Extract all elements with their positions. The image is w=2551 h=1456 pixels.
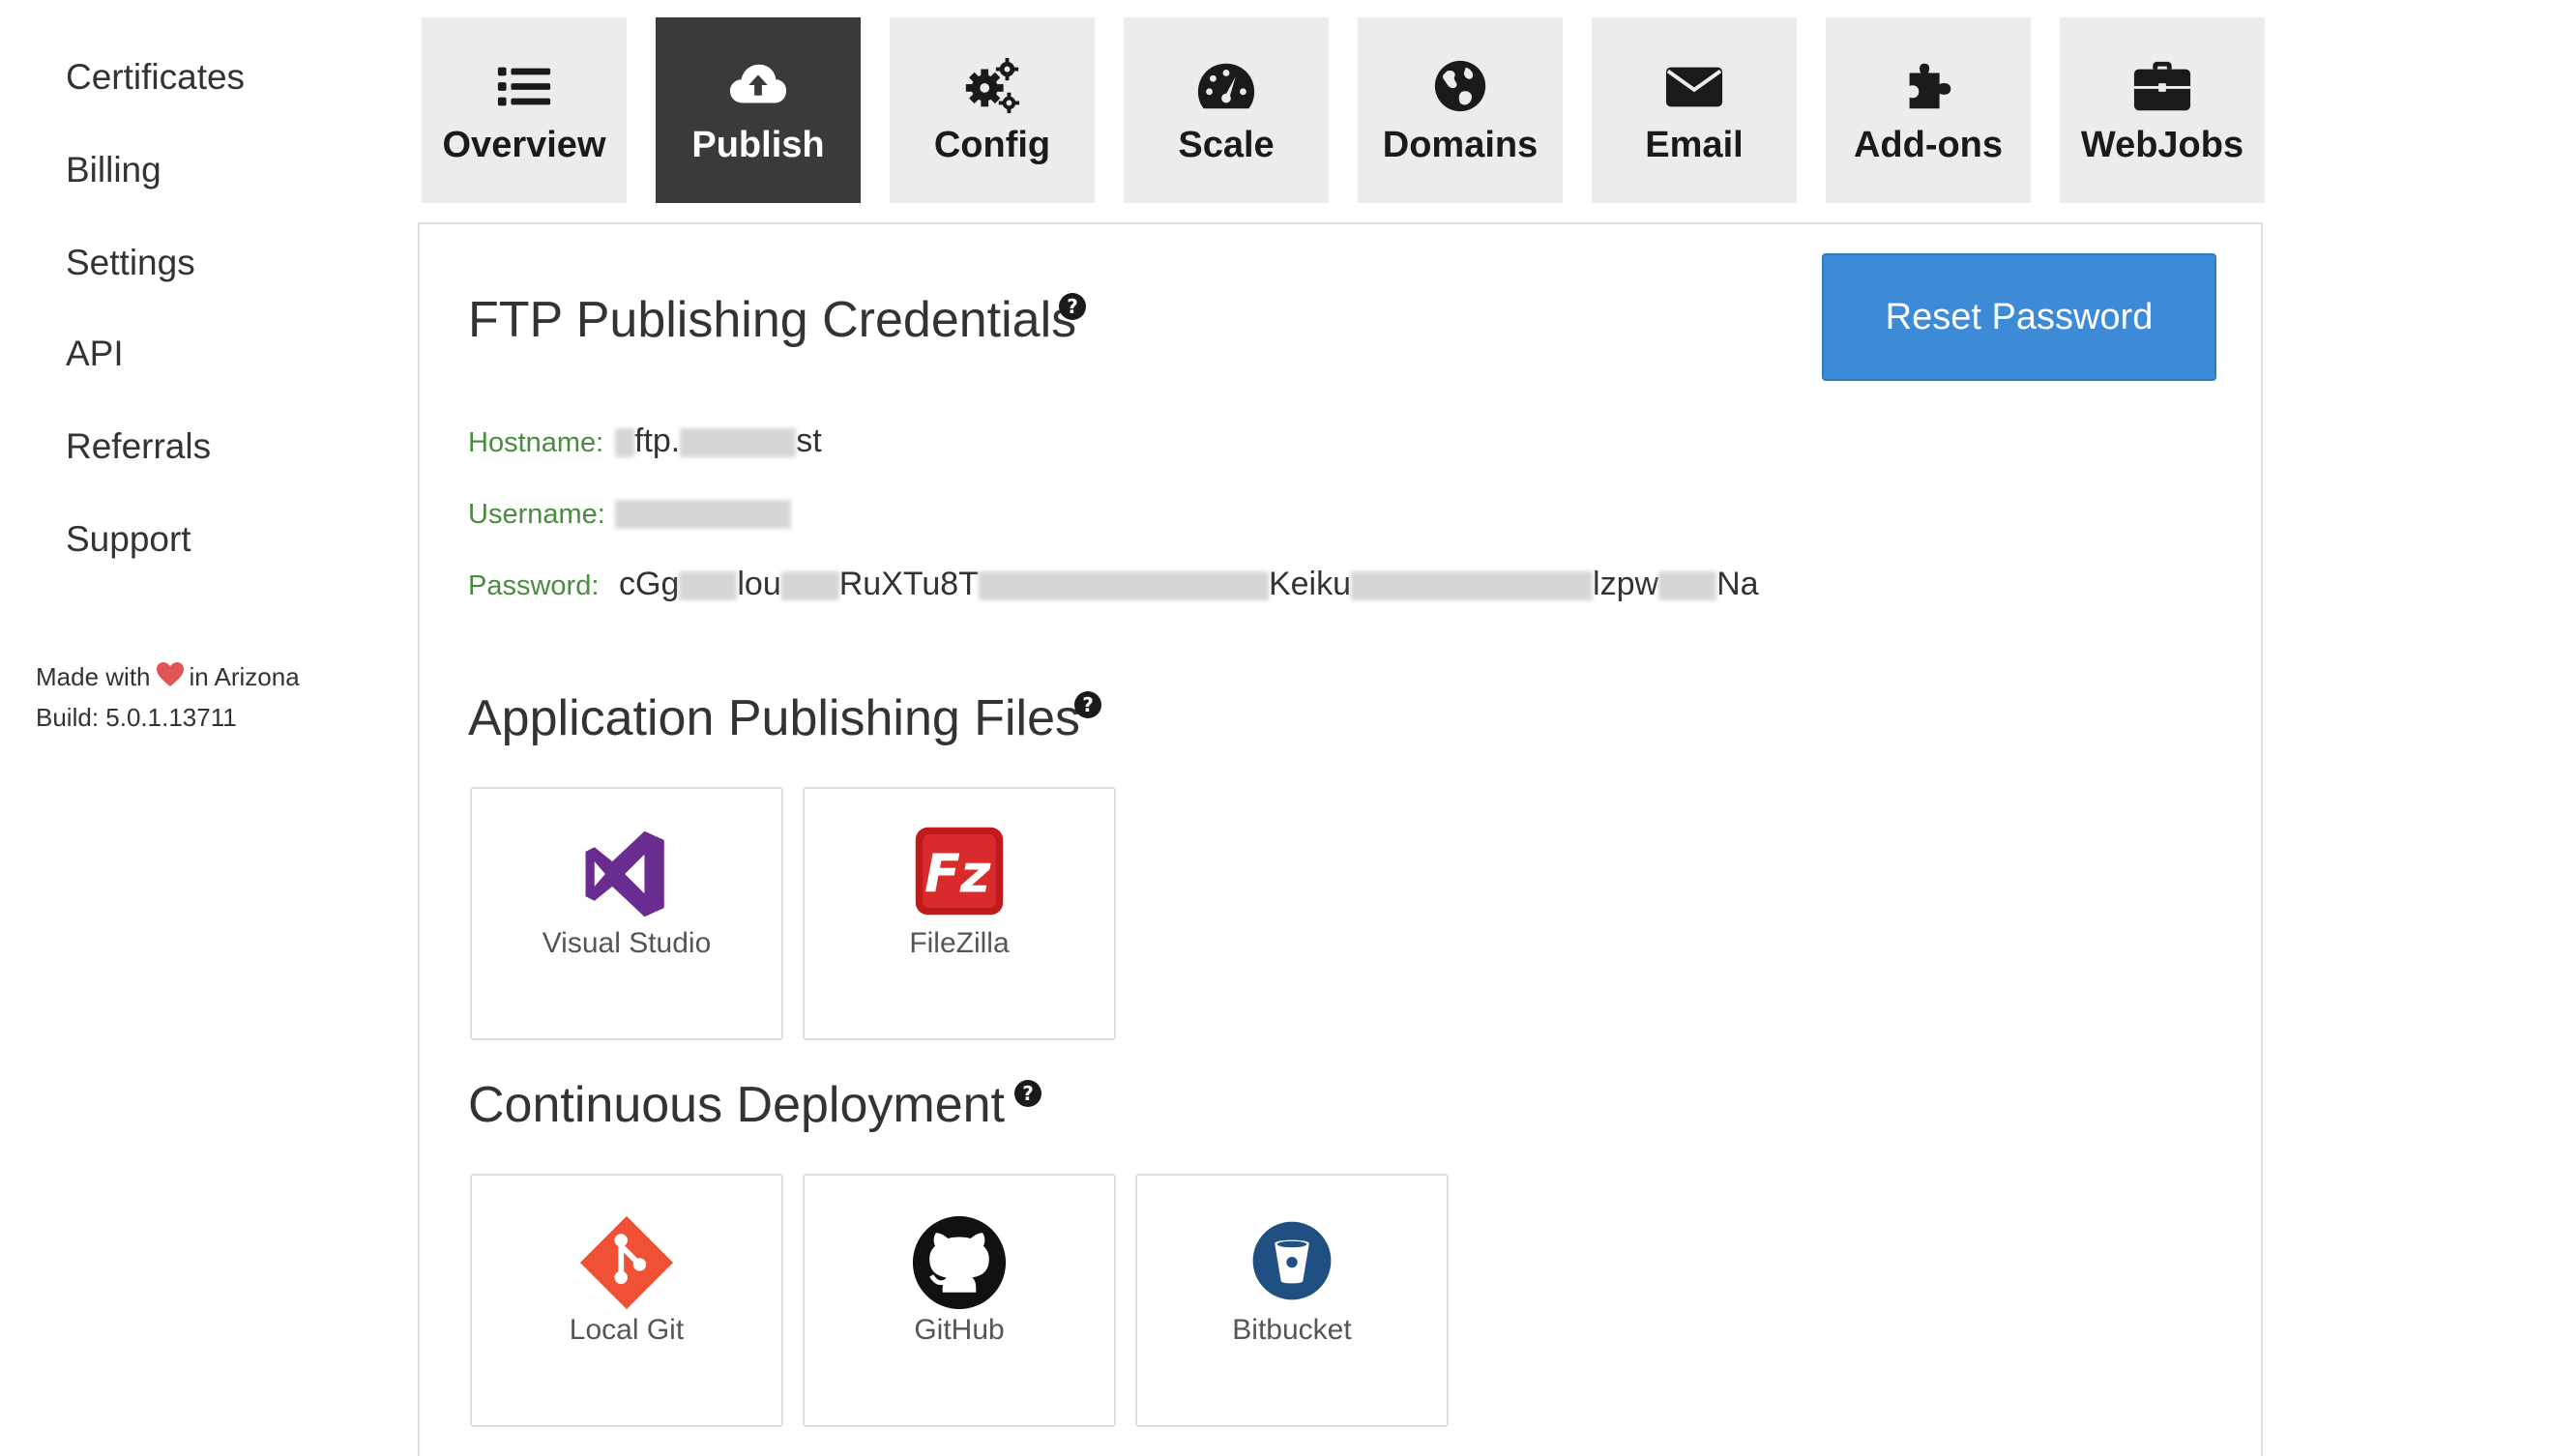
tab-add-ons-label: Add-ons — [1853, 125, 2004, 165]
build-version: Build: 5.0.1.13711 — [36, 703, 237, 733]
username-label: Username: — [468, 499, 605, 530]
help-icon[interactable]: ? — [1058, 292, 1087, 321]
gears-icon — [965, 57, 1020, 114]
tab-config[interactable]: Config — [890, 17, 1095, 203]
filezilla-icon: Fz — [915, 827, 1004, 916]
continuous-deployment-title: Continuous Deployment — [468, 1077, 1005, 1133]
tab-publish-label: Publish — [691, 125, 825, 165]
filezilla-card[interactable]: Fz FileZilla — [803, 787, 1116, 1040]
visual-studio-label: Visual Studio — [542, 927, 712, 959]
sidebar-item-referrals[interactable]: Referrals — [66, 425, 211, 468]
tab-overview-label: Overview — [442, 125, 606, 165]
tab-config-label: Config — [933, 125, 1051, 165]
tab-webjobs[interactable]: WebJobs — [2060, 17, 2265, 203]
svg-text:?: ? — [1082, 693, 1094, 716]
help-icon[interactable]: ? — [1073, 690, 1102, 719]
github-card[interactable]: GitHub — [803, 1174, 1116, 1427]
visual-studio-card[interactable]: Visual Studio — [470, 787, 783, 1040]
sidebar-item-support[interactable]: Support — [66, 518, 191, 561]
tab-domains[interactable]: Domains — [1358, 17, 1563, 203]
svg-text:Fz: Fz — [924, 844, 991, 905]
bitbucket-icon — [1252, 1221, 1332, 1300]
password-value: cGg lou RuXTu8T Keiku lzpw Na — [619, 566, 1759, 602]
app-publishing-files-title: Application Publishing Files — [468, 690, 1081, 746]
tab-email[interactable]: Email — [1592, 17, 1797, 203]
hostname-label: Hostname: — [468, 427, 604, 458]
visual-studio-icon — [585, 830, 664, 917]
puzzle-icon — [1909, 63, 1951, 109]
tab-publish[interactable]: Publish — [656, 17, 861, 203]
envelope-icon — [1665, 67, 1723, 107]
reset-password-button[interactable]: Reset Password — [1822, 253, 2216, 381]
github-label: GitHub — [914, 1314, 1005, 1346]
briefcase-icon — [2133, 61, 2191, 111]
tab-scale[interactable]: Scale — [1124, 17, 1329, 203]
sidebar-item-api[interactable]: API — [66, 333, 124, 375]
tab-overview[interactable]: Overview — [422, 17, 627, 203]
github-icon — [912, 1215, 1007, 1310]
filezilla-label: FileZilla — [909, 927, 1010, 959]
made-with-prefix: Made with — [36, 662, 151, 691]
globe-icon — [1434, 60, 1486, 112]
tab-add-ons[interactable]: Add-ons — [1826, 17, 2031, 203]
ftp-credentials-title: FTP Publishing Credentials — [468, 292, 1077, 348]
svg-text:?: ? — [1022, 1082, 1034, 1105]
sidebar-item-settings[interactable]: Settings — [66, 242, 195, 284]
bitbucket-card[interactable]: Bitbucket — [1135, 1174, 1449, 1427]
sidebar: Certificates Billing Settings API Referr… — [0, 0, 387, 1456]
made-with-line: Made with in Arizona — [36, 657, 300, 698]
tab-scale-label: Scale — [1178, 125, 1275, 165]
password-label: Password: — [468, 570, 600, 601]
footer-note: Made with in Arizona Build: 5.0.1.13711 — [36, 657, 300, 737]
dashboard-icon — [1197, 63, 1255, 109]
help-icon[interactable]: ? — [1013, 1079, 1042, 1108]
made-with-suffix: in Arizona — [189, 662, 300, 691]
bitbucket-label: Bitbucket — [1232, 1314, 1352, 1346]
local-git-label: Local Git — [569, 1314, 685, 1346]
sidebar-item-certificates[interactable]: Certificates — [66, 56, 245, 99]
heart-icon — [156, 659, 184, 698]
svg-text:?: ? — [1067, 295, 1078, 318]
cloud-upload-icon — [729, 64, 787, 103]
tab-domains-label: Domains — [1382, 125, 1539, 165]
git-icon — [579, 1215, 674, 1310]
hostname-value: ftp. st — [615, 422, 822, 460]
username-value — [615, 493, 791, 532]
tab-webjobs-label: WebJobs — [2080, 125, 2244, 165]
local-git-card[interactable]: Local Git — [470, 1174, 783, 1427]
tab-email-label: Email — [1645, 125, 1744, 165]
list-icon — [497, 67, 551, 106]
sidebar-item-billing[interactable]: Billing — [66, 149, 161, 191]
